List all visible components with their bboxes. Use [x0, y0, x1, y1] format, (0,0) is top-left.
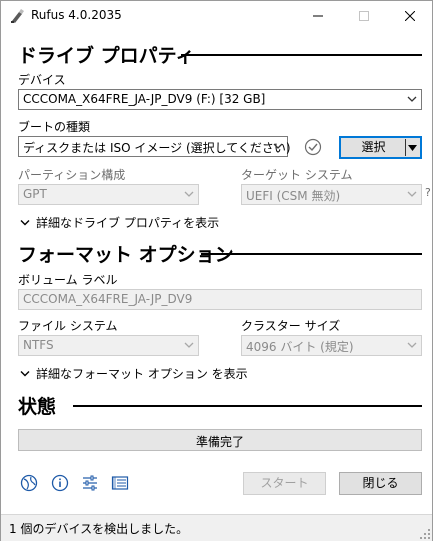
- dropdown-arrow-icon[interactable]: [408, 144, 417, 152]
- target-system-dropdown: UEFI (CSM 無効): [241, 184, 422, 205]
- settings-button[interactable]: [80, 473, 100, 493]
- chevron-down-icon: [20, 370, 30, 376]
- volume-label-input: CCCOMA_X64FRE_JA-JP_DV9: [18, 289, 422, 310]
- device-dropdown[interactable]: CCCOMA_X64FRE_JA-JP_DV9 (F:) [32 GB]: [18, 89, 422, 110]
- file-system-label: ファイル システム: [18, 319, 118, 333]
- boot-type-dropdown[interactable]: ディスクまたは ISO イメージ (選択してください): [18, 136, 291, 157]
- advanced-format-toggle-label: 詳細なフォーマット オプション を表示: [36, 367, 248, 381]
- partition-scheme-label: パーティション構成: [18, 168, 126, 182]
- boot-type-label: ブートの種類: [18, 120, 91, 134]
- file-system-dropdown: NTFS: [18, 335, 199, 356]
- partition-scheme-value: GPT: [23, 187, 47, 201]
- cluster-size-value: 4096 バイト (規定): [246, 340, 354, 354]
- chevron-down-icon: [407, 342, 417, 348]
- chevron-down-icon: [184, 191, 194, 197]
- section-divider: [181, 54, 422, 56]
- info-icon: [51, 474, 69, 492]
- volume-label-label: ボリューム ラベル: [18, 273, 118, 287]
- globe-icon: [20, 474, 38, 492]
- target-system-label: ターゲット システム: [241, 168, 353, 182]
- section-divider: [73, 405, 422, 407]
- log-button[interactable]: [110, 473, 130, 493]
- boot-type-value: ディスクまたは ISO イメージ (選択してください): [23, 141, 291, 155]
- minimize-button[interactable]: [295, 1, 341, 31]
- resize-grip-icon[interactable]: [420, 529, 430, 539]
- status-progress-bar: 準備完了: [18, 429, 422, 451]
- about-button[interactable]: [50, 473, 70, 493]
- minimize-icon: [313, 15, 323, 17]
- drive-properties-header: ドライブ プロパティ: [18, 45, 195, 67]
- cluster-size-label: クラスター サイズ: [241, 319, 341, 333]
- window-title: Rufus 4.0.2035: [31, 8, 122, 22]
- help-mark[interactable]: ?: [425, 186, 431, 199]
- settings-sliders-icon: [83, 475, 97, 491]
- chevron-down-icon: [184, 342, 194, 348]
- rufus-app-icon: [11, 9, 24, 23]
- chevron-down-icon: [273, 143, 283, 149]
- select-button-label: 選択: [361, 140, 386, 154]
- maximize-icon: [359, 11, 369, 21]
- start-button: スタート: [243, 472, 326, 495]
- cluster-size-dropdown: 4096 バイト (規定): [241, 335, 422, 356]
- status-bar-text: 1 個のデバイスを検出しました。: [9, 522, 189, 536]
- log-icon: [111, 476, 129, 490]
- advanced-drive-toggle-label: 詳細なドライブ プロパティを表示: [36, 216, 220, 230]
- status-text: 準備完了: [195, 435, 244, 449]
- language-button[interactable]: [19, 473, 39, 493]
- volume-label-value: CCCOMA_X64FRE_JA-JP_DV9: [23, 292, 193, 306]
- section-divider: [201, 253, 422, 255]
- partition-scheme-dropdown: GPT: [18, 184, 199, 205]
- rufus-window: Rufus 4.0.2035 ドライブ プロパティ デバイス CCCOMA_X6…: [0, 0, 433, 541]
- target-system-value: UEFI (CSM 無効): [246, 189, 341, 203]
- split-divider: [405, 139, 406, 156]
- close-button[interactable]: 閉じる: [339, 472, 422, 495]
- chevron-down-icon: [20, 219, 30, 225]
- close-window-button[interactable]: [387, 1, 433, 31]
- check-circle-icon[interactable]: [304, 138, 322, 156]
- device-value: CCCOMA_X64FRE_JA-JP_DV9 (F:) [32 GB]: [23, 92, 266, 106]
- advanced-drive-toggle[interactable]: 詳細なドライブ プロパティを表示: [20, 214, 219, 231]
- select-button[interactable]: 選択: [339, 136, 422, 159]
- file-system-value: NTFS: [23, 338, 54, 352]
- close-icon: [405, 11, 415, 21]
- maximize-button: [341, 1, 387, 31]
- advanced-format-toggle[interactable]: 詳細なフォーマット オプション を表示: [20, 365, 248, 382]
- title-bar[interactable]: Rufus 4.0.2035: [1, 1, 432, 31]
- status-bar: 1 個のデバイスを検出しました。: [1, 514, 432, 541]
- chevron-down-icon: [407, 191, 417, 197]
- chevron-down-icon: [407, 96, 417, 102]
- status-header: 状態: [18, 396, 57, 418]
- device-label: デバイス: [18, 73, 66, 87]
